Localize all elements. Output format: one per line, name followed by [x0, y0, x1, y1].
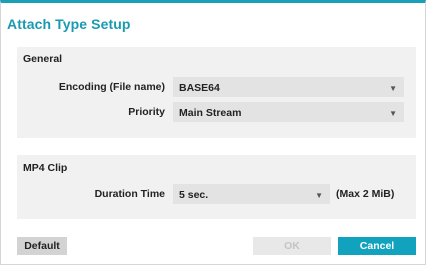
priority-value: Main Stream	[179, 107, 242, 119]
priority-select[interactable]: Main Stream ▼	[173, 102, 404, 122]
mp4-clip-section: MP4 Clip Duration Time 5 sec. ▼ (Max 2 M…	[17, 155, 416, 219]
default-button[interactable]: Default	[17, 237, 67, 255]
dialog-title: Attach Type Setup	[7, 16, 131, 32]
attach-type-setup-dialog: Attach Type Setup General Encoding (File…	[0, 0, 426, 265]
duration-max-hint: (Max 2 MiB)	[336, 188, 395, 200]
chevron-down-icon: ▼	[315, 191, 323, 200]
general-section-title: General	[23, 53, 63, 65]
duration-select[interactable]: 5 sec. ▼	[173, 184, 330, 204]
encoding-value: BASE64	[179, 82, 220, 94]
duration-label: Duration Time	[94, 188, 165, 200]
chevron-down-icon: ▼	[389, 84, 397, 93]
mp4-section-title: MP4 Clip	[23, 162, 68, 174]
chevron-down-icon: ▼	[389, 109, 397, 118]
encoding-select[interactable]: BASE64 ▼	[173, 77, 404, 97]
duration-value: 5 sec.	[179, 189, 209, 201]
ok-button[interactable]: OK	[253, 237, 331, 255]
encoding-label: Encoding (File name)	[58, 81, 165, 93]
cancel-button[interactable]: Cancel	[338, 237, 416, 255]
priority-label: Priority	[128, 106, 165, 118]
general-section: General Encoding (File name) BASE64 ▼ Pr…	[17, 47, 416, 138]
